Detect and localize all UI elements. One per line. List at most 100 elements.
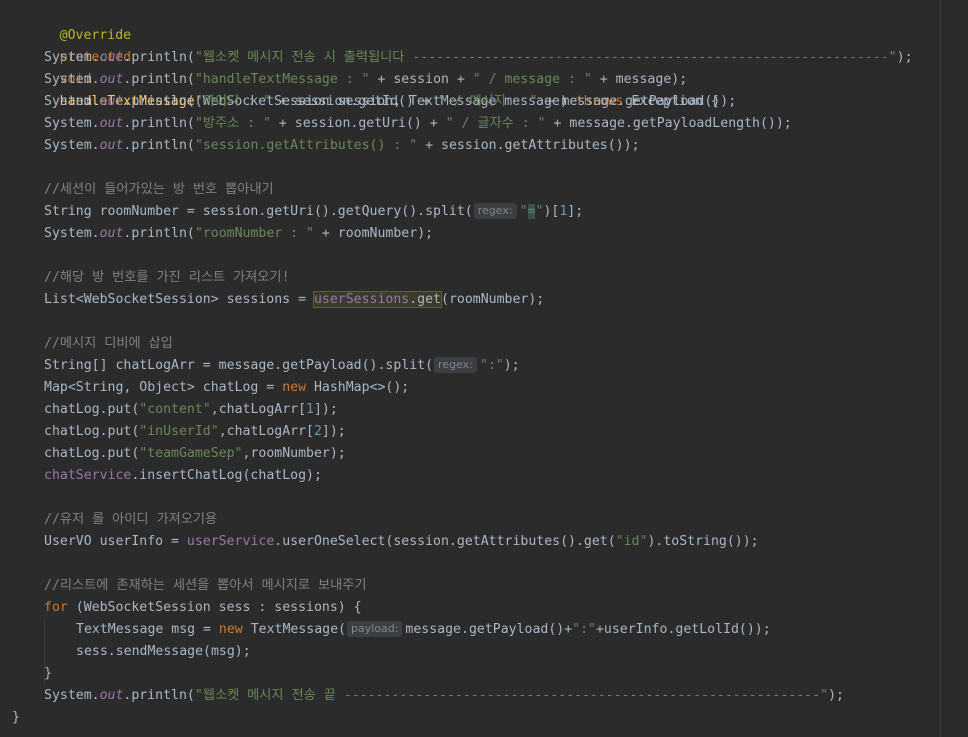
code-line[interactable]: UserVO userInfo = userService.userOneSel…: [12, 531, 962, 553]
code-text: + message.getPayload(): [537, 94, 721, 109]
static-field: out: [99, 688, 124, 703]
keyword: new: [218, 622, 243, 637]
code-text: ]);: [321, 424, 346, 439]
comment: //세션이 들어가있는 방 번호 뽑아내기: [44, 182, 274, 197]
code-text: .userOneSelect(session.getAttributes().g…: [274, 534, 616, 549]
code-text: + session.getId() +: [270, 94, 438, 109]
code-text: +userInfo.getLolId());: [595, 622, 771, 637]
code-line[interactable]: //메시지 디비에 삽입: [12, 333, 962, 355]
code-area[interactable]: @Override protected void handleTextMessa…: [12, 3, 962, 729]
code-line[interactable]: System.out.println("웹소켓 메시지 전송 시 출력됩니다 -…: [12, 47, 962, 69]
code-line[interactable]: System.out.println("웹소켓 메시지 전송 끝 -------…: [12, 685, 962, 707]
code-line[interactable]: System.out.println("아이디 : " + session.ge…: [12, 91, 962, 113]
code-text: chatLog.put(: [44, 446, 140, 461]
field-reference: userSessions: [313, 292, 410, 307]
code-text: .get: [409, 292, 441, 307]
code-line[interactable]: //해당 방 번호를 가진 리스트 가져오기!: [12, 267, 962, 289]
code-line[interactable]: protected void handleTextMessage(WebSock…: [12, 25, 962, 109]
static-field: out: [99, 94, 124, 109]
code-text: ,roomNumber);: [242, 446, 346, 461]
code-line-empty[interactable]: [12, 245, 962, 267]
code-line-empty[interactable]: [12, 311, 962, 333]
code-text: );: [417, 226, 434, 241]
code-text: chatLog.put(: [44, 424, 140, 439]
code-line[interactable]: String roomNumber = session.getUri().get…: [12, 201, 962, 223]
code-text: + roomNumber: [313, 226, 418, 241]
code-line[interactable]: TextMessage msg = new TextMessage(payloa…: [12, 619, 962, 641]
code-line-empty[interactable]: [12, 487, 962, 509]
string-literal: ":": [572, 622, 596, 637]
code-line[interactable]: @Override: [12, 3, 962, 43]
string-literal: "content": [139, 402, 211, 417]
code-text: );: [671, 72, 688, 87]
code-line[interactable]: chatLog.put("inUserId",chatLogArr[2]);: [12, 421, 962, 443]
string-literal: "웹소켓 메시지 전송 시 출력됩니다 --------------------…: [194, 50, 897, 65]
code-editor[interactable]: @Override protected void handleTextMessa…: [0, 0, 968, 737]
static-field: out: [99, 72, 124, 87]
parameter-hint: payload:: [346, 621, 403, 637]
code-line[interactable]: chatService.insertChatLog(chatLog);: [12, 465, 962, 487]
code-text: + session +: [369, 72, 473, 87]
code-text: System.: [44, 116, 100, 131]
code-text: .println(: [123, 116, 195, 131]
code-text: String roomNumber = session.getUri().get…: [44, 204, 473, 219]
string-literal: "session.getAttributes() : ": [194, 138, 418, 153]
string-literal: "방주소 : ": [194, 116, 271, 131]
code-text: System.: [44, 138, 100, 153]
field-reference: userService: [186, 534, 275, 549]
code-text: .println(: [123, 688, 195, 703]
code-line[interactable]: chatLog.put("content",chatLogArr[1]);: [12, 399, 962, 421]
code-line[interactable]: chatLog.put("teamGameSep",roomNumber);: [12, 443, 962, 465]
code-line[interactable]: System.out.println("roomNumber : " + roo…: [12, 223, 962, 245]
code-text: String[] chatLogArr = message.getPayload…: [44, 358, 434, 373]
string-literal: "inUserId": [139, 424, 219, 439]
string-literal: "teamGameSep": [139, 446, 243, 461]
code-text: );: [828, 688, 844, 703]
string-literal: "handleTextMessage : ": [194, 72, 370, 87]
string-literal: "아이디 : ": [194, 94, 271, 109]
code-line[interactable]: }: [12, 663, 962, 685]
code-text: ,chatLogArr[: [218, 424, 314, 439]
code-text: TextMessage(: [242, 622, 346, 637]
code-text: System.: [44, 50, 100, 65]
code-line[interactable]: //유저 롤 아이디 가져오기용: [12, 509, 962, 531]
code-text: );: [720, 94, 737, 109]
code-line[interactable]: for (WebSocketSession sess : sessions) {: [12, 597, 962, 619]
code-line[interactable]: sess.sendMessage(msg);: [12, 641, 962, 663]
code-line[interactable]: System.out.println("session.getAttribute…: [12, 135, 962, 157]
comment: //해당 방 번호를 가진 리스트 가져오기!: [44, 270, 290, 285]
code-text: + session.getUri() +: [270, 116, 446, 131]
comment: //메시지 디비에 삽입: [44, 336, 173, 351]
code-text: chatLog.put(: [44, 402, 140, 417]
code-text: (WebSocketSession sess : sessions) {: [67, 600, 362, 615]
code-text: }: [44, 666, 52, 681]
keyword: for: [44, 600, 68, 615]
code-text: + session.getAttributes(): [417, 138, 624, 153]
code-line[interactable]: //세션이 들어가있는 방 번호 뽑아내기: [12, 179, 962, 201]
code-line[interactable]: System.out.println("handleTextMessage : …: [12, 69, 962, 91]
code-line-empty[interactable]: [12, 553, 962, 575]
parameter-hint: regex:: [473, 203, 517, 219]
keyword: new: [282, 380, 307, 395]
code-text: UserVO userInfo =: [44, 534, 187, 549]
string-literal: " / message : ": [472, 72, 592, 87]
code-line[interactable]: }: [12, 707, 962, 729]
string-literal: "roomNumber : ": [194, 226, 314, 241]
code-text: );: [896, 50, 913, 65]
code-text: .println(: [123, 50, 195, 65]
code-line-empty[interactable]: [12, 157, 962, 179]
code-text: );: [775, 116, 792, 131]
code-text: ];: [567, 204, 584, 219]
code-text: (roomNumber);: [441, 292, 545, 307]
code-text: message.getPayload()+: [405, 622, 573, 637]
code-text: .insertChatLog(chatLog);: [131, 468, 322, 483]
highlighted-usage: userSessions.get: [312, 291, 443, 308]
code-line[interactable]: System.out.println("방주소 : " + session.ge…: [12, 113, 962, 135]
parameter-hint: regex:: [434, 357, 477, 373]
code-line[interactable]: List<WebSocketSession> sessions = userSe…: [12, 289, 962, 311]
code-text: + message.getPayloadLength(): [545, 116, 776, 131]
code-line[interactable]: //리스트에 존재하는 세션을 뽑아서 메시지로 보내주기: [12, 575, 962, 597]
code-line[interactable]: Map<String, Object> chatLog = new HashMa…: [12, 377, 962, 399]
static-field: out: [99, 50, 124, 65]
code-line[interactable]: String[] chatLogArr = message.getPayload…: [12, 355, 962, 377]
